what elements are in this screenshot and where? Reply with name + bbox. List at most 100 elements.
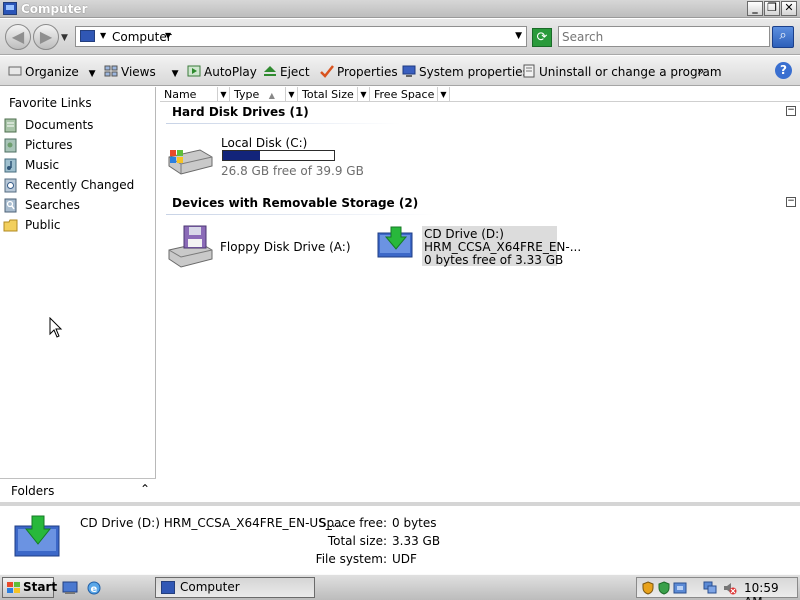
autoplay-label: AutoPlay: [204, 65, 257, 79]
hard-disk-drive-icon: [168, 149, 213, 175]
eject-label: Eject: [280, 65, 310, 79]
more-commands-button[interactable]: »: [697, 64, 704, 78]
properties-button[interactable]: Properties: [320, 64, 398, 79]
taskbar: Start e Computer 10:59 AM: [0, 574, 800, 600]
views-label: Views: [121, 65, 156, 79]
network-icon[interactable]: [703, 581, 717, 595]
back-arrow-icon: ◀: [11, 27, 25, 46]
details-pane: CD Drive (D:) HRM_CCSA_X64FRE_EN-US_... …: [0, 502, 800, 574]
column-header: Name ▼ Type ▲ ▼ Total Size ▼ Free Space ▼: [160, 87, 800, 102]
system-properties-label: System properties: [419, 65, 529, 79]
autoplay-icon: [187, 65, 201, 77]
column-dropdown-icon[interactable]: ▼: [437, 87, 449, 102]
drive-usage-bar: [222, 150, 335, 161]
sidebar-item-label: Public: [25, 218, 61, 232]
sidebar-item-label: Music: [25, 158, 60, 172]
collapse-group-button[interactable]: −: [786, 197, 796, 207]
organize-label: Organize: [25, 65, 79, 79]
internet-explorer-icon[interactable]: e: [86, 580, 102, 595]
drive-free-space: 26.8 GB free of 39.9 GB: [221, 164, 364, 178]
breadcrumb-computer[interactable]: Computer: [112, 30, 172, 44]
space-free-label: Space free:: [318, 516, 387, 530]
sidebar-item-label: Documents: [25, 118, 94, 132]
update-icon[interactable]: [673, 581, 687, 595]
autoplay-button[interactable]: AutoPlay: [187, 64, 257, 79]
security-shield-icon[interactable]: [641, 581, 655, 595]
close-button[interactable]: ✕: [781, 1, 797, 16]
uninstall-program-button[interactable]: Uninstall or change a program: [522, 64, 722, 79]
breadcrumb-arrow-icon[interactable]: ▼: [100, 31, 106, 40]
refresh-icon: ⟳: [536, 30, 548, 45]
recent-pages-dropdown[interactable]: ▼: [61, 33, 68, 43]
show-desktop-icon[interactable]: [62, 580, 78, 595]
column-free-space[interactable]: Free Space ▼: [370, 87, 450, 102]
forward-button[interactable]: ▶: [33, 24, 59, 50]
folders-label: Folders: [11, 484, 55, 498]
group-divider: [166, 123, 401, 124]
documents-icon: [4, 118, 17, 133]
group-header-hard-disks[interactable]: Hard Disk Drives (1): [172, 105, 309, 119]
floppy-drive-icon: [168, 225, 213, 268]
start-button[interactable]: Start: [2, 577, 58, 598]
taskbar-item-label: Computer: [180, 580, 240, 594]
pictures-icon: [4, 138, 17, 153]
column-type[interactable]: Type ▲ ▼: [230, 87, 298, 102]
address-dropdown-icon[interactable]: ▼: [515, 31, 522, 41]
column-label: Type: [234, 88, 260, 101]
refresh-button[interactable]: ⟳: [532, 28, 552, 47]
restore-button[interactable]: ❐: [764, 1, 780, 16]
group-divider: [166, 214, 436, 215]
column-name[interactable]: Name ▼: [160, 87, 230, 102]
drive-volume-label: HRM_CCSA_X64FRE_EN-...: [424, 240, 582, 254]
forward-arrow-icon: ▶: [39, 27, 53, 46]
space-free-value: 0 bytes: [392, 516, 437, 530]
address-bar[interactable]: ▼ Computer ▼ ▼: [75, 26, 527, 47]
command-bar: Organize ▼ Views ▼ AutoPlay Eject Proper…: [0, 56, 800, 86]
help-button[interactable]: ?: [775, 62, 792, 79]
file-system-value: UDF: [392, 552, 417, 566]
file-list: Name ▼ Type ▲ ▼ Total Size ▼ Free Space ▼ Ha…: [160, 87, 800, 502]
chevron-up-icon: ⌃: [140, 482, 151, 496]
collapse-group-button[interactable]: −: [786, 106, 796, 116]
search-button[interactable]: ⌕: [772, 26, 794, 48]
organize-icon: [8, 66, 22, 76]
views-button[interactable]: Views ▼: [104, 64, 178, 79]
group-header-removable-storage[interactable]: Devices with Removable Storage (2): [172, 196, 418, 210]
column-dropdown-icon[interactable]: ▼: [357, 87, 369, 102]
drive-name: Floppy Disk Drive (A:): [220, 240, 351, 254]
uninstall-label: Uninstall or change a program: [539, 65, 722, 79]
search-input[interactable]: [558, 26, 770, 47]
uninstall-icon: [523, 64, 535, 78]
organize-button[interactable]: Organize ▼: [8, 64, 96, 79]
drive-free-space: 0 bytes free of 3.33 GB: [424, 253, 564, 267]
action-center-icon[interactable]: [657, 581, 671, 595]
window-title: Computer: [21, 2, 88, 16]
back-button[interactable]: ◀: [5, 24, 31, 50]
public-folder-icon: [3, 219, 18, 232]
system-properties-button[interactable]: System properties: [402, 64, 529, 79]
taskbar-item-computer[interactable]: Computer: [155, 577, 315, 598]
navigation-pane: Favorite Links Documents Pictures Music …: [0, 87, 156, 502]
music-icon: [4, 158, 17, 173]
sidebar-item-label: Recently Changed: [25, 178, 135, 192]
sort-ascending-icon: ▲: [268, 91, 275, 100]
eject-button[interactable]: Eject: [263, 64, 310, 79]
breadcrumb-arrow-icon[interactable]: ▼: [165, 31, 171, 40]
minimize-button[interactable]: _: [747, 1, 763, 16]
column-label: Name: [164, 88, 197, 101]
cd-drive-icon: [377, 226, 413, 258]
start-label: Start: [23, 580, 58, 594]
clock[interactable]: 10:59 AM: [744, 581, 797, 600]
drive-name: Local Disk (C:): [221, 136, 308, 150]
folders-toggle[interactable]: Folders ⌃: [0, 478, 156, 502]
volume-muted-icon[interactable]: [723, 581, 737, 595]
cd-drive-icon: [14, 515, 60, 557]
system-properties-icon: [402, 65, 416, 77]
column-label: Total Size: [302, 88, 354, 101]
title-bar: Computer _ ❐ ✕: [0, 0, 800, 18]
column-dropdown-icon[interactable]: ▼: [285, 87, 297, 102]
column-dropdown-icon[interactable]: ▼: [217, 87, 229, 102]
column-total-size[interactable]: Total Size ▼: [298, 87, 370, 102]
recently-changed-icon: [4, 178, 17, 193]
mouse-cursor-icon: [49, 317, 63, 338]
